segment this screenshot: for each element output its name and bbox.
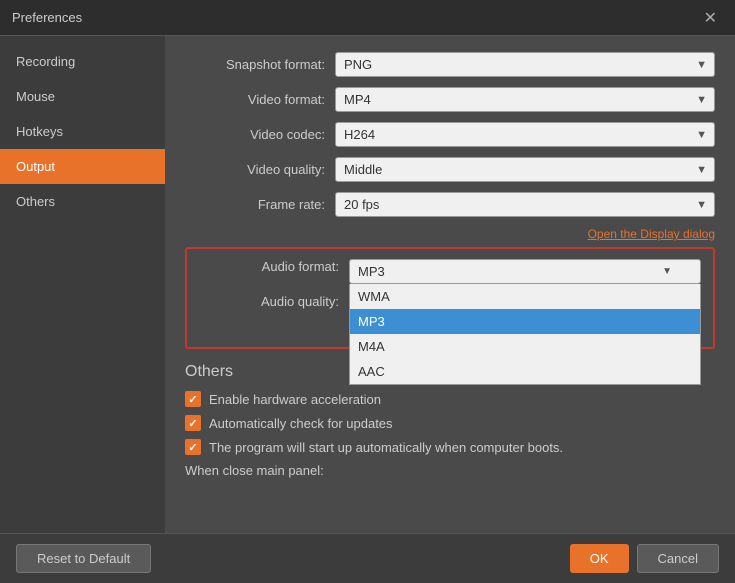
audio-option-aac[interactable]: AAC <box>350 359 700 384</box>
frame-rate-wrapper: 20 fps ▼ <box>335 192 715 217</box>
snapshot-format-wrapper: PNG ▼ <box>335 52 715 77</box>
cancel-button[interactable]: Cancel <box>637 544 719 573</box>
frame-rate-label: Frame rate: <box>185 197 325 212</box>
bottom-bar: Reset to Default OK Cancel <box>0 533 735 583</box>
open-display-link[interactable]: Open the Display dialog <box>185 227 715 241</box>
audio-option-mp3[interactable]: MP3 <box>350 309 700 334</box>
video-quality-row: Video quality: Middle ▼ <box>185 157 715 182</box>
checkbox-autostart-row: The program will start up automatically … <box>185 439 715 455</box>
video-codec-row: Video codec: H264 ▼ <box>185 122 715 147</box>
right-buttons: OK Cancel <box>570 544 719 573</box>
sidebar: Recording Mouse Hotkeys Output Others <box>0 36 165 533</box>
audio-format-label: Audio format: <box>199 259 339 274</box>
audio-quality-label: Audio quality: <box>199 294 339 309</box>
audio-format-row: Audio format: MP3 ▼ WMA MP3 M4A AAC <box>199 259 701 284</box>
video-quality-wrapper: Middle ▼ <box>335 157 715 182</box>
snapshot-format-row: Snapshot format: PNG ▼ <box>185 52 715 77</box>
sidebar-item-hotkeys[interactable]: Hotkeys <box>0 114 165 149</box>
video-format-label: Video format: <box>185 92 325 107</box>
when-close-row: When close main panel: <box>185 463 715 478</box>
video-codec-select[interactable]: H264 <box>335 122 715 147</box>
audio-format-dropdown-container: MP3 ▼ WMA MP3 M4A AAC <box>349 259 701 284</box>
sidebar-item-output[interactable]: Output <box>0 149 165 184</box>
audio-format-options: WMA MP3 M4A AAC <box>349 284 701 385</box>
checkbox-hardware[interactable] <box>185 391 201 407</box>
preferences-dialog: Preferences ✕ Recording Mouse Hotkeys Ou… <box>0 0 735 583</box>
video-quality-label: Video quality: <box>185 162 325 177</box>
video-quality-select[interactable]: Middle <box>335 157 715 182</box>
frame-rate-row: Frame rate: 20 fps ▼ <box>185 192 715 217</box>
main-content: Recording Mouse Hotkeys Output Others Sn… <box>0 36 735 533</box>
audio-format-trigger[interactable]: MP3 ▼ <box>349 259 701 284</box>
video-format-row: Video format: MP4 ▼ <box>185 87 715 112</box>
checkbox-updates-row: Automatically check for updates <box>185 415 715 431</box>
video-format-wrapper: MP4 ▼ <box>335 87 715 112</box>
dialog-title: Preferences <box>12 10 82 25</box>
snapshot-format-select[interactable]: PNG <box>335 52 715 77</box>
sidebar-item-recording[interactable]: Recording <box>0 44 165 79</box>
title-bar: Preferences ✕ <box>0 0 735 36</box>
audio-format-chevron-icon: ▼ <box>662 266 672 277</box>
audio-option-m4a[interactable]: M4A <box>350 334 700 359</box>
checkbox-hardware-row: Enable hardware acceleration <box>185 391 715 407</box>
content-area: Snapshot format: PNG ▼ Video format: MP4… <box>165 36 735 533</box>
checkbox-updates-label: Automatically check for updates <box>209 416 393 431</box>
audio-format-value: MP3 <box>358 264 385 279</box>
checkbox-autostart[interactable] <box>185 439 201 455</box>
audio-option-wma[interactable]: WMA <box>350 284 700 309</box>
snapshot-format-label: Snapshot format: <box>185 57 325 72</box>
video-format-select[interactable]: MP4 <box>335 87 715 112</box>
sidebar-item-mouse[interactable]: Mouse <box>0 79 165 114</box>
video-codec-wrapper: H264 ▼ <box>335 122 715 147</box>
checkbox-hardware-label: Enable hardware acceleration <box>209 392 381 407</box>
checkbox-autostart-label: The program will start up automatically … <box>209 440 563 455</box>
close-button[interactable]: ✕ <box>698 6 723 30</box>
checkbox-updates[interactable] <box>185 415 201 431</box>
when-close-label: When close main panel: <box>185 463 324 478</box>
sidebar-item-others[interactable]: Others <box>0 184 165 219</box>
reset-button[interactable]: Reset to Default <box>16 544 151 573</box>
video-codec-label: Video codec: <box>185 127 325 142</box>
ok-button[interactable]: OK <box>570 544 629 573</box>
audio-section: Audio format: MP3 ▼ WMA MP3 M4A AAC <box>185 247 715 349</box>
frame-rate-select[interactable]: 20 fps <box>335 192 715 217</box>
